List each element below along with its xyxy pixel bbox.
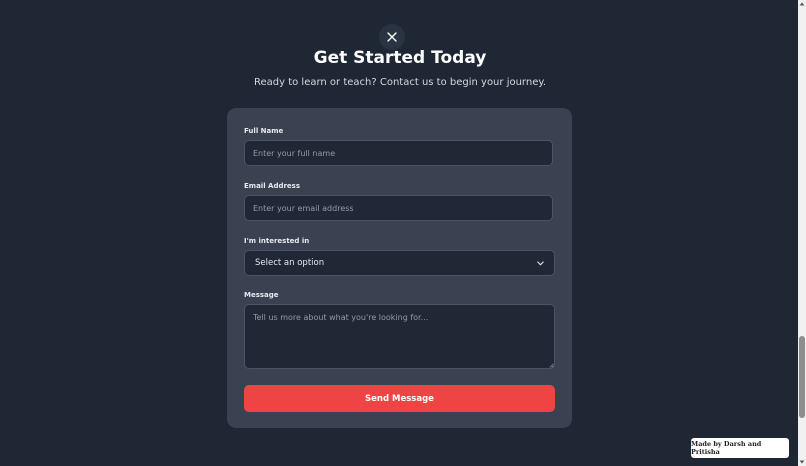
interest-label: I'm interested in xyxy=(244,237,310,245)
full-name-label: Full Name xyxy=(244,127,284,135)
interest-selected-value: Select an option xyxy=(255,258,325,268)
interest-select[interactable]: Select an option xyxy=(244,250,555,276)
credit-badge: Made by Darsh and Pritisha xyxy=(691,438,789,458)
scroll-up-arrow-icon[interactable] xyxy=(798,0,806,8)
close-icon xyxy=(387,32,397,42)
message-label: Message xyxy=(244,291,279,299)
full-name-input[interactable] xyxy=(244,140,553,166)
page-subtitle: Ready to learn or teach? Contact us to b… xyxy=(253,77,547,88)
scroll-down-arrow-icon[interactable] xyxy=(798,458,806,466)
resize-handle-icon[interactable] xyxy=(549,363,554,368)
chevron-down-icon xyxy=(537,260,544,265)
contact-form: Full Name Email Address I'm interested i… xyxy=(227,108,572,428)
vertical-scrollbar[interactable] xyxy=(798,0,806,466)
page-title: Get Started Today xyxy=(313,48,487,68)
email-label: Email Address xyxy=(244,182,301,190)
contact-page: Get Started Today Ready to learn or teac… xyxy=(0,0,806,466)
email-input[interactable] xyxy=(244,195,553,221)
scrollbar-thumb[interactable] xyxy=(799,336,805,418)
send-message-button[interactable]: Send Message xyxy=(244,385,555,412)
message-textarea[interactable] xyxy=(244,304,555,369)
